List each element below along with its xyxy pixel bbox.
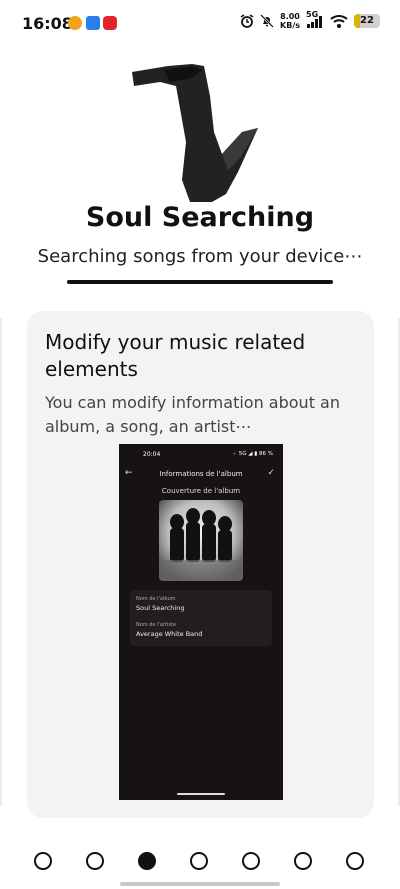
page-dot-2[interactable]: [86, 852, 104, 870]
music-notification-icon: [103, 16, 117, 30]
preview-screenshot: 20:04 ⁘ 5G ◢ ▮ 86 % ← Informations de l'…: [119, 444, 283, 800]
preview-album-label: Nom de l'album: [136, 596, 176, 602]
preview-album-value: Soul Searching: [136, 604, 185, 612]
card-description: You can modify information about an albu…: [45, 393, 340, 436]
preview-artist-label: Nom de l'artiste: [136, 622, 176, 628]
page-dot-5[interactable]: [242, 852, 260, 870]
status-bar: 16:08 8.00 KB/s 5G 22: [0, 0, 400, 46]
saxophone-logo-icon: [132, 64, 258, 202]
preview-time: 20:04: [143, 451, 161, 458]
album-cover-image: [159, 500, 243, 581]
page-indicator: [34, 852, 366, 870]
scan-status-text: Searching songs from your device⋯: [37, 246, 363, 267]
preview-artist-value: Average White Band: [136, 630, 203, 638]
app-title: Soul Searching: [85, 202, 315, 233]
onboarding-card[interactable]: Modify your music related elements You c…: [27, 311, 374, 818]
app-notification-icon: [68, 16, 82, 30]
previous-card-edge: [0, 318, 2, 806]
net-speed: 8.00 KB/s: [280, 12, 300, 30]
home-indicator[interactable]: [120, 882, 280, 886]
preview-info-box: Nom de l'album Soul Searching Nom de l'a…: [130, 590, 272, 646]
card-title: Modify your music related elements: [45, 330, 306, 381]
preview-cover-label: Couverture de l'album: [161, 487, 241, 495]
page-dot-7[interactable]: [346, 852, 364, 870]
scan-progress-bar: [67, 280, 333, 284]
page-dot-3[interactable]: [138, 852, 156, 870]
chat-notification-icon: [86, 16, 100, 30]
signal-group: 5G: [306, 10, 324, 28]
signal-icon: [307, 16, 322, 28]
status-icons: 8.00 KB/s 5G 22: [240, 10, 380, 30]
wifi-icon: [330, 15, 348, 28]
alarm-icon: [240, 14, 254, 28]
preview-screen-title: Informations de l'album: [159, 470, 243, 478]
battery-icon: 22: [354, 14, 380, 28]
page-dot-4[interactable]: [190, 852, 208, 870]
page-dot-6[interactable]: [294, 852, 312, 870]
scan-progress-fill: [67, 280, 333, 284]
status-time: 16:08: [22, 14, 73, 33]
net-speed-unit: KB/s: [280, 21, 300, 30]
net-speed-value: 8.00: [280, 12, 300, 21]
mute-icon: [260, 14, 274, 28]
preview-home-indicator: [177, 793, 225, 795]
preview-status: ⁘ 5G ◢ ▮ 86 %: [232, 451, 273, 457]
page-dot-1[interactable]: [34, 852, 52, 870]
battery-level: 22: [360, 15, 374, 26]
checkmark-icon: ✓: [267, 468, 275, 478]
